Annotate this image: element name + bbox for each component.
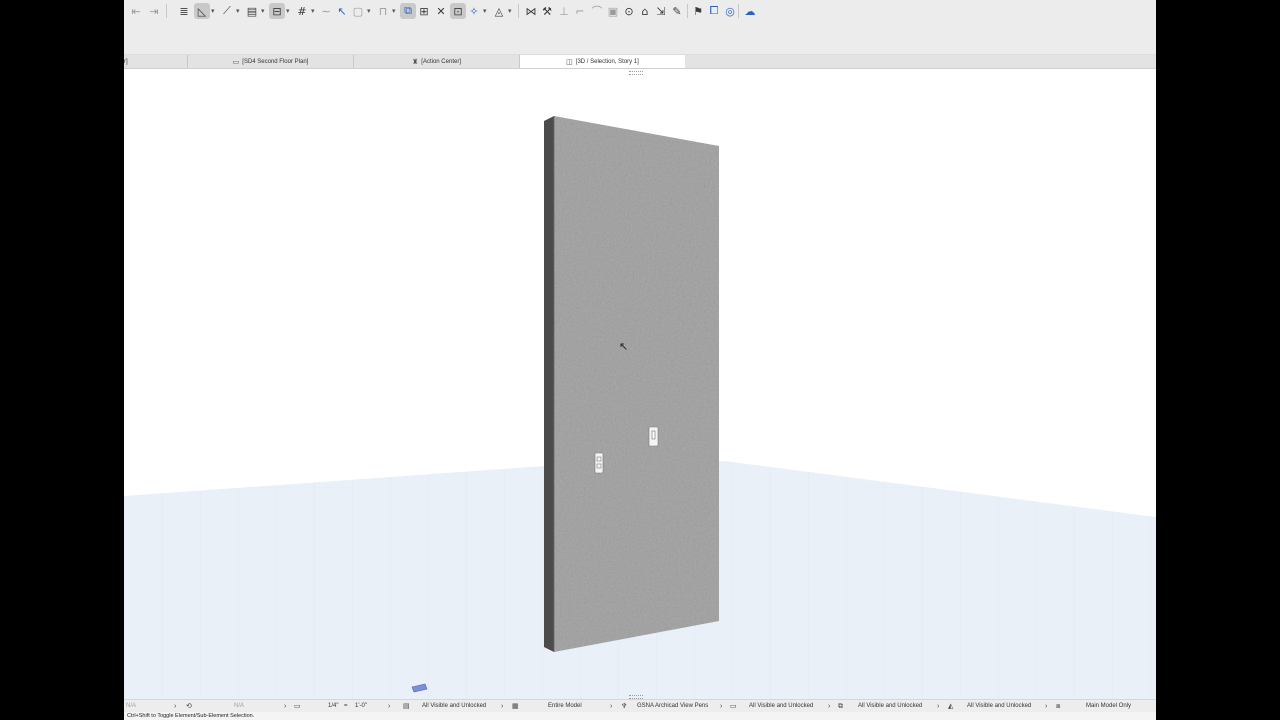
cursor-icon: ↖ (619, 340, 629, 353)
wall-face (554, 116, 719, 652)
rectangle-icon[interactable]: ▣ (605, 3, 621, 19)
power-outlet (594, 452, 604, 474)
rectangle-icon[interactable]: ▢ (350, 3, 366, 19)
angle-icon[interactable]: ◺ (194, 3, 210, 19)
trim-icon[interactable]: ⊡ (450, 3, 466, 19)
offset-icon[interactable]: ⚒ (539, 3, 555, 19)
roof-icon[interactable]: ⌂ (637, 3, 653, 19)
transform-icon[interactable]: ✕ (433, 3, 449, 19)
pointer-icon[interactable]: ↖ (334, 3, 350, 19)
status-hint: Ctrl+Shift to Toggle Element/Sub-Element… (124, 712, 1156, 720)
tab-3d-selection[interactable]: ◫ [3D / Selection, Story 1] (520, 55, 685, 68)
floor-plan-icon: ▭ (232, 57, 240, 66)
rotate-icon[interactable]: ⊥ (556, 3, 572, 19)
angle-icon[interactable]: ⟋ (219, 3, 235, 19)
archicad-window: ⇤ ⇥ ≣ ◺ ▾ ⟋ ▾ ▤ ▾ ⊟ ▾ # ▾ ∼ ↖ ▢ ▾ ⊓ ▾ ⧉ … (124, 0, 1156, 720)
tab-label: [3D / Selection, Story 1] (575, 58, 639, 65)
offset-icon[interactable]: ⊙ (621, 3, 637, 19)
structure-icon[interactable]: ≣ (176, 3, 192, 19)
flag-icon[interactable]: ⚑ (690, 3, 706, 19)
grid-icon[interactable]: # (294, 3, 310, 19)
wall-side (544, 116, 554, 652)
window-tab-bar: r] ▭ [SD4 Second Floor Plan] ♜ [Action C… (124, 55, 1156, 69)
lock-icon[interactable]: ⊓ (375, 3, 391, 19)
tab-label: [SD4 Second Floor Plan] (242, 58, 309, 65)
globe-icon[interactable]: ◎ (722, 3, 738, 19)
3d-scene (124, 116, 1156, 699)
3d-viewport[interactable]: ↖ (124, 69, 1156, 699)
pan-icon[interactable]: ▤ (244, 3, 260, 19)
line-icon[interactable]: ∼ (318, 3, 334, 19)
3d-window-icon: ◫ (566, 57, 573, 66)
marker-icon[interactable]: ⧠ (706, 3, 722, 19)
adjust-icon[interactable]: ⌐ (572, 3, 588, 19)
tab-label: [Action Center] (421, 58, 461, 65)
mirror-icon[interactable]: ◬ (491, 3, 507, 19)
action-center-icon: ♜ (412, 57, 419, 66)
sun-icon[interactable]: ✧ (466, 3, 482, 19)
arrow-icon[interactable]: ⇤ (128, 3, 144, 19)
edit-icon[interactable]: ⌒ (589, 3, 605, 19)
edit-icon[interactable]: ✎ (669, 3, 685, 19)
magic-wand-icon[interactable]: ⋈ (523, 3, 539, 19)
cloud-icon[interactable]: ☁ (742, 3, 758, 19)
tab-second-floor-plan[interactable]: ▭ [SD4 Second Floor Plan] (188, 55, 354, 68)
tab-label: r] (124, 58, 128, 65)
pan-icon[interactable]: ⊟ (269, 3, 285, 19)
toolbar: ⇤ ⇥ ≣ ◺ ▾ ⟋ ▾ ▤ ▾ ⊟ ▾ # ▾ ∼ ↖ ▢ ▾ ⊓ ▾ ⧉ … (124, 0, 1156, 55)
merge-icon[interactable]: ⇲ (653, 3, 669, 19)
select-icon[interactable]: ⧉ (400, 3, 416, 19)
tab-action-center[interactable]: ♜ [Action Center] (354, 55, 520, 68)
table-icon[interactable]: ⊞ (416, 3, 432, 19)
arrow-icon[interactable]: ⇥ (146, 3, 162, 19)
status-bar: N/A › ⟲ N/A › ▭ 1/4" = 1'-0" › ▤ All Vis… (124, 699, 1156, 713)
tab-previous[interactable]: r] (124, 55, 188, 68)
